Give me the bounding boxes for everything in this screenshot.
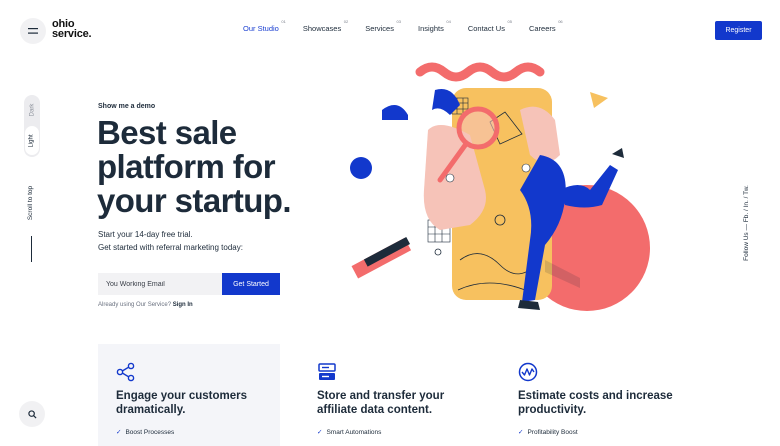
- feature-card-engage: Engage your customers dramatically. ✓ Boo…: [98, 344, 280, 446]
- nav-item-careers[interactable]: Careers 06: [529, 19, 563, 33]
- nav-item-insights[interactable]: Insights 04: [418, 19, 451, 33]
- nav-number: 02: [343, 19, 349, 24]
- feature-title: Engage your customers dramatically.: [116, 390, 248, 416]
- check-icon: ✓: [116, 429, 122, 436]
- signin-link[interactable]: Sign In: [173, 302, 193, 308]
- nav-item-services[interactable]: Services 03: [365, 19, 401, 33]
- feature-check-item: ✓ Boost Processes: [116, 429, 175, 436]
- ruler-shape: [351, 236, 412, 279]
- search-button[interactable]: [19, 401, 45, 427]
- wave-shape: [415, 62, 545, 82]
- logo-line-2: service.: [52, 28, 92, 40]
- hero-title: Best sale platform for your startup.: [97, 114, 291, 219]
- main-nav: Our Studio 01 Showcases 02 Services 03 Insi…: [243, 19, 580, 33]
- scroll-indicator-line: [31, 236, 32, 262]
- feature-check-item: ✓ Profitability Boost: [518, 429, 578, 436]
- hero-illustration: [350, 62, 650, 311]
- nav-item-our-studio[interactable]: Our Studio 01: [243, 19, 286, 33]
- check-icon: ✓: [317, 429, 323, 436]
- feature-title: Estimate costs and increase productivity…: [518, 390, 673, 416]
- theme-toggle[interactable]: Dark Light: [24, 95, 40, 157]
- blue-semicircle-shape: [382, 105, 408, 120]
- scroll-to-top-link[interactable]: Scroll to top: [27, 183, 37, 223]
- hamburger-menu-button[interactable]: [20, 18, 46, 44]
- pulse-wave-icon: [518, 362, 538, 382]
- hamburger-icon: [28, 28, 38, 34]
- register-button[interactable]: Register: [715, 21, 762, 40]
- hero-subtitle: Start your 14-day free trial. Get starte…: [98, 230, 243, 252]
- nav-item-showcases[interactable]: Showcases 02: [303, 19, 348, 33]
- theme-light-option[interactable]: Light: [25, 126, 39, 155]
- search-icon: [27, 409, 37, 419]
- server-icon: [318, 363, 336, 380]
- get-started-button[interactable]: Get Started: [222, 273, 280, 295]
- share-nodes-icon: [116, 362, 135, 382]
- nav-number: 05: [507, 19, 512, 24]
- nav-number: 06: [558, 19, 563, 24]
- feature-check-item: ✓ Smart Automations: [317, 429, 382, 436]
- signin-prompt: Already using Our Service? Sign In: [98, 302, 193, 308]
- feature-title: Store and transfer your affiliate data c…: [317, 390, 445, 416]
- nav-number: 01: [281, 19, 286, 24]
- magnifier-shape: [456, 106, 500, 150]
- social-follow-links[interactable]: Follow Us — Fb. / In. / Tw.: [743, 183, 753, 263]
- feature-card-estimate: Estimate costs and increase productivity…: [500, 344, 682, 446]
- nav-number: 03: [396, 19, 401, 24]
- email-input[interactable]: [98, 273, 222, 295]
- theme-dark-option[interactable]: Dark: [24, 95, 40, 125]
- site-logo[interactable]: ohio service.: [52, 19, 92, 40]
- site-header: ohio service. Our Studio 01 Showcases 02 S…: [0, 0, 780, 60]
- check-icon: ✓: [518, 429, 524, 436]
- yellow-triangle-shape: [590, 92, 608, 108]
- hero-kicker[interactable]: Show me a demo: [98, 103, 155, 110]
- nav-number: 04: [446, 19, 451, 24]
- nav-item-contact-us[interactable]: Contact Us 05: [468, 19, 512, 33]
- blue-dot-shape: [350, 157, 372, 179]
- feature-card-store: Store and transfer your affiliate data c…: [299, 344, 481, 446]
